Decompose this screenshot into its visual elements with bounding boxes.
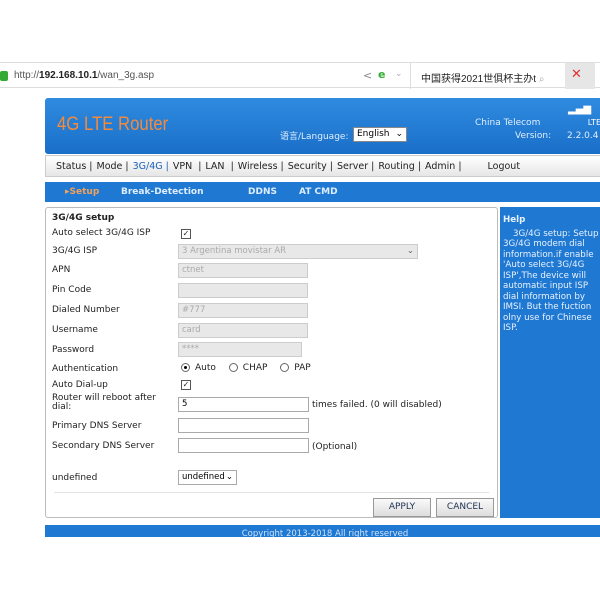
password-label: Password <box>52 345 95 355</box>
nav-logout[interactable]: Logout <box>488 161 521 172</box>
chevron-down-icon: ⌄ <box>395 129 403 139</box>
close-icon[interactable]: ✕ <box>565 63 595 89</box>
subnav-break-detection[interactable]: Break-Detection <box>121 187 204 197</box>
cancel-button[interactable]: CANCEL <box>436 498 494 517</box>
secure-icon <box>0 71 8 81</box>
password-input[interactable]: **** <box>178 342 302 357</box>
nav-routing[interactable]: Routing | <box>378 161 421 172</box>
nav-status[interactable]: Status | <box>56 161 93 172</box>
auth-chap-radio[interactable] <box>228 363 238 372</box>
auth-chap-label: CHAP <box>242 363 268 373</box>
share-icon[interactable]: < <box>363 69 372 82</box>
nav-vpn[interactable]: VPN | <box>173 161 202 172</box>
url-text[interactable]: http://192.168.10.1/wan_3g.asp <box>14 70 154 81</box>
apn-input[interactable]: ctnet <box>178 263 308 278</box>
chevron-down-icon: ⌄ <box>406 246 414 256</box>
chevron-down-icon: ⌄ <box>225 472 233 482</box>
undefined-label: undefined <box>52 473 98 483</box>
signal-icon: ▂▄▆ <box>568 104 592 115</box>
reboot-input[interactable]: 5 <box>178 397 309 412</box>
help-text: 3G/4G setup: Setup 3G/4G modem dial info… <box>503 228 599 334</box>
search-icon[interactable]: ⌕ <box>539 74 545 85</box>
isp-select[interactable]: 3 Argentina movistar AR ⌄ <box>178 244 418 259</box>
reboot-label: Router will reboot after dial: <box>52 393 156 412</box>
auto-dialup-checkbox[interactable]: ✓ <box>181 380 191 390</box>
dialed-input[interactable]: #777 <box>178 303 308 318</box>
help-panel: Help 3G/4G setup: Setup 3G/4G modem dial… <box>500 207 600 518</box>
nav-lan[interactable]: LAN | <box>205 161 233 172</box>
nav-mode[interactable]: Mode | <box>97 161 129 172</box>
router-header: 4G LTE Router 语言/Language: English ⌄ Chi… <box>45 98 600 154</box>
isp-label: 3G/4G ISP <box>52 246 98 256</box>
nav-3g4g[interactable]: 3G/4G | <box>133 161 169 172</box>
version-label: Version: <box>515 131 552 141</box>
auth-options: Auto CHAP PAP <box>181 363 311 373</box>
auth-pap-label: PAP <box>294 363 311 373</box>
form-title: 3G/4G setup <box>52 213 115 223</box>
nav-wireless[interactable]: Wireless | <box>238 161 284 172</box>
dialed-label: Dialed Number <box>52 305 120 315</box>
setup-form: 3G/4G setup Auto select 3G/4G ISP ✓ 3G/4… <box>45 207 498 518</box>
nav-security[interactable]: Security | <box>288 161 333 172</box>
dns2-suffix: (Optional) <box>312 442 358 452</box>
auth-auto-label: Auto <box>195 363 216 373</box>
auth-label: Authentication <box>52 364 119 374</box>
subnav-at-cmd[interactable]: AT CMD <box>299 187 338 197</box>
sub-nav: ▸Setup Break-Detection DDNS AT CMD <box>45 182 600 202</box>
nav-server[interactable]: Server | <box>337 161 374 172</box>
reboot-suffix: times failed. (0 will disabled) <box>312 400 442 410</box>
language-label: 语言/Language: <box>280 132 349 142</box>
dns1-label: Primary DNS Server <box>52 421 142 431</box>
dns1-input[interactable] <box>178 418 309 433</box>
logo-title: 4G LTE Router <box>57 114 169 135</box>
network-type: LTE <box>587 118 600 127</box>
auto-isp-checkbox[interactable]: ✓ <box>181 229 191 239</box>
language-select[interactable]: English ⌄ <box>353 127 407 142</box>
apply-button[interactable]: APPLY <box>373 498 431 517</box>
isp-name: China Telecom <box>475 118 541 128</box>
main-nav: Status | Mode | 3G/4G | VPN | LAN | Wire… <box>45 155 600 177</box>
username-label: Username <box>52 325 98 335</box>
divider <box>54 492 489 493</box>
subnav-ddns[interactable]: DDNS <box>248 187 277 197</box>
auto-dialup-label: Auto Dial-up <box>52 380 108 390</box>
auth-pap-radio[interactable] <box>280 363 290 372</box>
search-box[interactable]: 中国获得2021世俱杯主办t ⌕ <box>410 63 560 89</box>
pin-input[interactable] <box>178 283 308 298</box>
ie-icon[interactable]: e <box>378 68 385 81</box>
chevron-down-icon[interactable]: ⌄ <box>395 69 403 79</box>
dns2-input[interactable] <box>178 438 309 453</box>
address-bar[interactable]: http://192.168.10.1/wan_3g.asp < e ⌄ 中国获… <box>0 62 600 89</box>
help-title: Help <box>503 215 526 225</box>
undefined-select[interactable]: undefined ⌄ <box>178 470 237 485</box>
subnav-setup[interactable]: ▸Setup <box>65 187 99 197</box>
username-input[interactable]: card <box>178 323 308 338</box>
auto-isp-label: Auto select 3G/4G ISP <box>52 228 151 238</box>
dns2-label: Secondary DNS Server <box>52 441 155 451</box>
apn-label: APN <box>52 265 71 275</box>
pin-label: Pin Code <box>52 285 92 295</box>
nav-admin[interactable]: Admin | <box>425 161 462 172</box>
auth-auto-radio[interactable] <box>181 363 190 372</box>
version-value: 2.2.0.4 <box>567 131 599 141</box>
footer: Copyright 2013-2018 All right reserved <box>45 525 600 537</box>
